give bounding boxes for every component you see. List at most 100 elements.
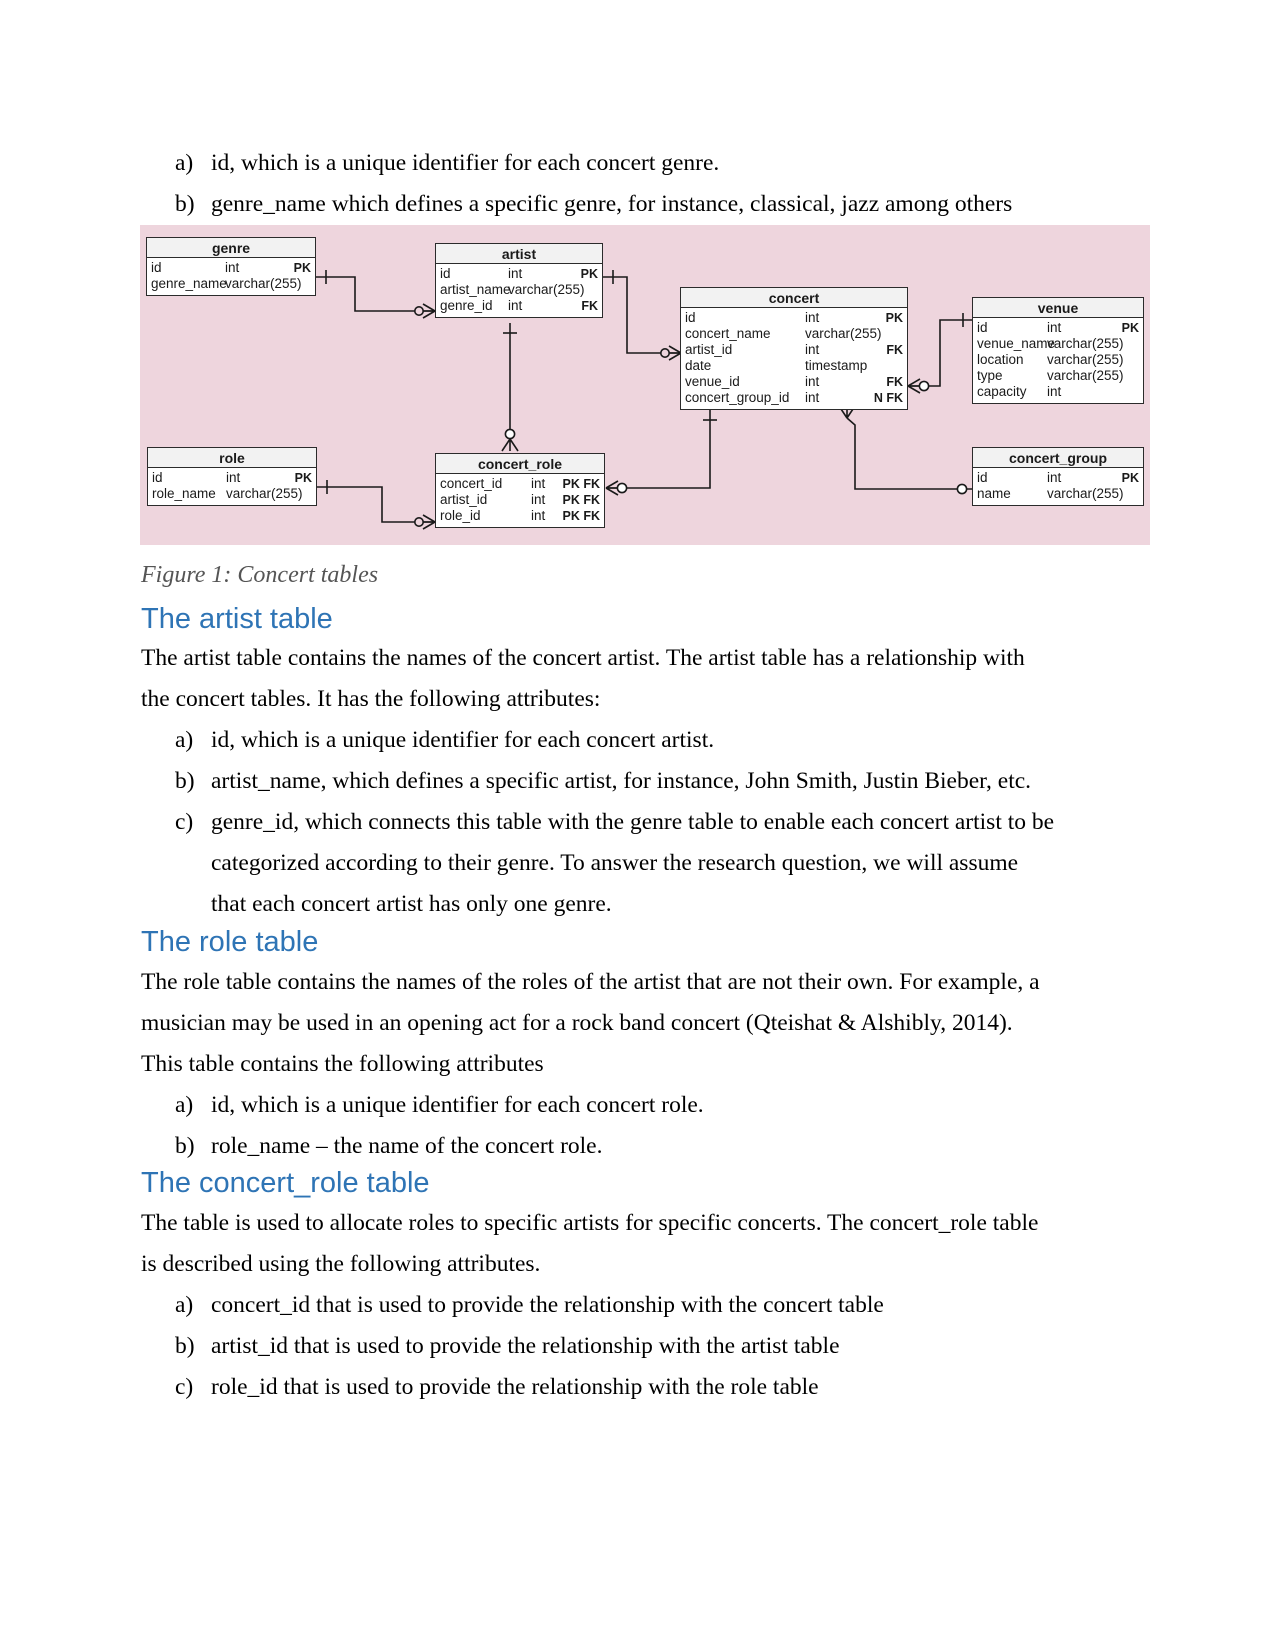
er-column-row: location varchar(255) [973, 352, 1143, 368]
er-entity-title: concert_role [436, 454, 604, 474]
list-marker: b) [175, 1133, 195, 1159]
er-column-type: int [1047, 384, 1062, 399]
er-entity-title: genre [147, 238, 315, 258]
er-column-name: id [977, 320, 988, 335]
er-column-type: int [508, 266, 523, 281]
er-entity-title: role [148, 448, 316, 468]
list-marker: a) [175, 1092, 194, 1118]
er-column-key: N FK [873, 391, 903, 405]
er-column-type: varchar(255) [508, 282, 585, 297]
list-text: id, which is a unique identifier for eac… [211, 150, 720, 176]
er-column-name: venue_id [685, 374, 740, 389]
list-text: role_id that is used to provide the rela… [211, 1374, 819, 1400]
er-column-type: int [531, 476, 546, 491]
list-marker: b) [175, 191, 195, 217]
er-entity-columns: concert_id int PK FK artist_id int PK FK… [436, 474, 604, 527]
paragraph-line: The role table contains the names of the… [141, 969, 1040, 995]
er-column-key: PK [580, 267, 598, 281]
er-entity-role[interactable]: role id int PK role_name varchar(255) [147, 447, 317, 506]
er-column-type: varchar(255) [225, 276, 302, 291]
list-text: artist_id that is used to provide the re… [211, 1333, 840, 1359]
er-column-name: role_id [440, 508, 481, 523]
er-entity-venue[interactable]: venue id int PK venue_name varchar(255) … [972, 297, 1144, 404]
er-entity-columns: id int PK concert_name varchar(255) arti… [681, 308, 907, 409]
er-entity-concert-role[interactable]: concert_role concert_id int PK FK artist… [435, 453, 605, 528]
er-column-row: genre_id int FK [436, 298, 602, 314]
er-column-row: concert_name varchar(255) [681, 326, 907, 342]
er-column-type: int [1047, 320, 1062, 335]
list-marker: c) [175, 809, 194, 835]
er-column-name: venue_name [977, 336, 1056, 351]
er-column-row: concert_id int PK FK [436, 476, 604, 492]
er-column-key: FK [886, 375, 903, 389]
er-column-name: concert_id [440, 476, 503, 491]
er-diagram-figure: genre id int PK genre_name varchar(255) … [140, 225, 1150, 545]
er-column-type: varchar(255) [805, 326, 882, 341]
list-text: that each concert artist has only one ge… [211, 891, 612, 917]
er-column-type: int [805, 390, 820, 405]
er-column-name: artist_name [440, 282, 511, 297]
er-column-key: PK [293, 261, 311, 275]
er-column-row: role_id int PK FK [436, 508, 604, 524]
er-entity-title: concert [681, 288, 907, 308]
er-entity-columns: id int PK genre_name varchar(255) [147, 258, 315, 295]
er-entity-columns: id int PK name varchar(255) [973, 468, 1143, 505]
er-column-type: varchar(255) [1047, 336, 1124, 351]
er-column-type: int [225, 260, 240, 275]
list-marker: c) [175, 1374, 194, 1400]
list-text: genre_id, which connects this table with… [211, 809, 1055, 835]
er-entity-concert[interactable]: concert id int PK concert_name varchar(2… [680, 287, 908, 410]
er-column-key: PK [1121, 471, 1139, 485]
er-column-key: FK [581, 299, 598, 313]
er-column-name: capacity [977, 384, 1027, 399]
er-column-row: name varchar(255) [973, 486, 1143, 502]
paragraph-line: musician may be used in an opening act f… [141, 1010, 1013, 1036]
er-column-key: PK [885, 311, 903, 325]
er-column-name: genre_name [151, 276, 227, 291]
list-marker: b) [175, 768, 195, 794]
er-column-type: varchar(255) [1047, 368, 1124, 383]
paragraph-line: The table is used to allocate roles to s… [141, 1210, 1039, 1236]
er-column-row: artist_id int PK FK [436, 492, 604, 508]
heading-artist-table: The artist table [141, 603, 333, 635]
er-column-row: id int PK [148, 470, 316, 486]
er-column-type: varchar(255) [1047, 352, 1124, 367]
list-marker: a) [175, 1292, 194, 1318]
er-column-key: PK FK [562, 477, 601, 491]
document-page: a) id, which is a unique identifier for … [0, 0, 1275, 1651]
er-entity-genre[interactable]: genre id int PK genre_name varchar(255) [146, 237, 316, 296]
er-column-name: type [977, 368, 1003, 383]
er-entity-columns: id int PK role_name varchar(255) [148, 468, 316, 505]
er-column-type: int [531, 492, 546, 507]
er-column-name: id [440, 266, 451, 281]
er-entity-concert-group[interactable]: concert_group id int PK name varchar(255… [972, 447, 1144, 506]
er-column-name: concert_name [685, 326, 771, 341]
figure-caption: Figure 1: Concert tables [141, 562, 379, 588]
list-text: role_name – the name of the concert role… [211, 1133, 603, 1159]
er-entity-artist[interactable]: artist id int PK artist_name varchar(255… [435, 243, 603, 318]
er-column-type: int [531, 508, 546, 523]
er-column-row: capacity int [973, 384, 1143, 400]
er-column-type: int [805, 310, 820, 325]
list-text: genre_name which defines a specific genr… [211, 191, 1013, 217]
er-column-type: int [805, 342, 820, 357]
paragraph-line: is described using the following attribu… [141, 1251, 541, 1277]
er-column-name: name [977, 486, 1011, 501]
list-marker: a) [175, 150, 194, 176]
er-column-key: PK FK [562, 509, 601, 523]
er-column-row: artist_id int FK [681, 342, 907, 358]
list-text: id, which is a unique identifier for eac… [211, 1092, 704, 1118]
er-column-name: concert_group_id [685, 390, 790, 405]
er-column-name: id [685, 310, 696, 325]
er-column-row: genre_name varchar(255) [147, 276, 315, 292]
paragraph-line: The artist table contains the names of t… [141, 645, 1025, 671]
er-column-name: id [977, 470, 988, 485]
er-column-name: artist_id [685, 342, 733, 357]
list-text: artist_name, which defines a specific ar… [211, 768, 1032, 794]
er-column-name: role_name [152, 486, 216, 501]
er-column-name: artist_id [440, 492, 488, 507]
list-text: concert_id that is used to provide the r… [211, 1292, 884, 1318]
er-column-row: artist_name varchar(255) [436, 282, 602, 298]
er-column-type: timestamp [805, 358, 868, 373]
er-column-type: int [805, 374, 820, 389]
